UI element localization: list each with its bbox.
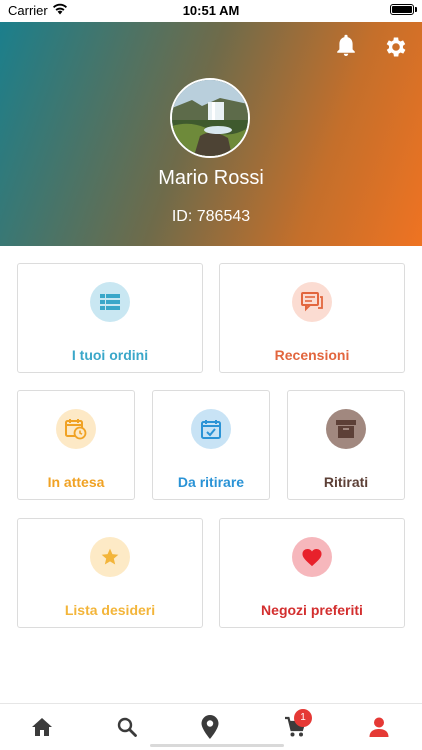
pending-card[interactable]: In attesa	[17, 390, 135, 500]
wishlist-label: Lista desideri	[64, 602, 156, 618]
heart-icon	[292, 537, 332, 577]
collected-card[interactable]: Ritirati	[287, 390, 405, 500]
profile-id: ID: 786543	[171, 208, 251, 225]
comments-icon	[292, 282, 332, 322]
calendar-clock-icon	[56, 409, 96, 449]
to-collect-label: Da ritirare	[177, 474, 245, 490]
avatar[interactable]	[170, 78, 250, 158]
home-indicator	[150, 744, 284, 747]
cart-badge: 1	[294, 709, 312, 727]
collected-label: Ritirati	[323, 474, 369, 490]
favorite-shops-card[interactable]: Negozi preferiti	[219, 518, 405, 628]
wishlist-card[interactable]: Lista desideri	[17, 518, 203, 628]
to-collect-card[interactable]: Da ritirare	[152, 390, 270, 500]
location-icon[interactable]	[197, 714, 223, 740]
bell-icon[interactable]	[334, 34, 358, 58]
reviews-card[interactable]: Recensioni	[219, 263, 405, 373]
orders-card[interactable]: I tuoi ordini	[17, 263, 203, 373]
reviews-label: Recensioni	[274, 347, 350, 363]
home-icon[interactable]	[29, 714, 55, 740]
list-icon	[90, 282, 130, 322]
archive-icon	[326, 409, 366, 449]
calendar-check-icon	[191, 409, 231, 449]
bottom-nav: 1	[0, 703, 422, 750]
battery-icon	[390, 4, 414, 15]
user-icon[interactable]	[366, 714, 392, 740]
star-icon	[90, 537, 130, 577]
status-bar: Carrier 10:51 AM	[0, 0, 422, 22]
profile-header: Mario Rossi ID: 786543	[0, 22, 422, 246]
pending-label: In attesa	[47, 474, 105, 490]
orders-label: I tuoi ordini	[71, 347, 149, 363]
clock: 10:51 AM	[182, 3, 240, 18]
battery-cap	[415, 7, 417, 12]
favorite-shops-label: Negozi preferiti	[261, 602, 363, 618]
search-icon[interactable]	[114, 714, 140, 740]
profile-name: Mario Rossi	[158, 167, 264, 189]
gear-icon[interactable]	[383, 34, 409, 60]
